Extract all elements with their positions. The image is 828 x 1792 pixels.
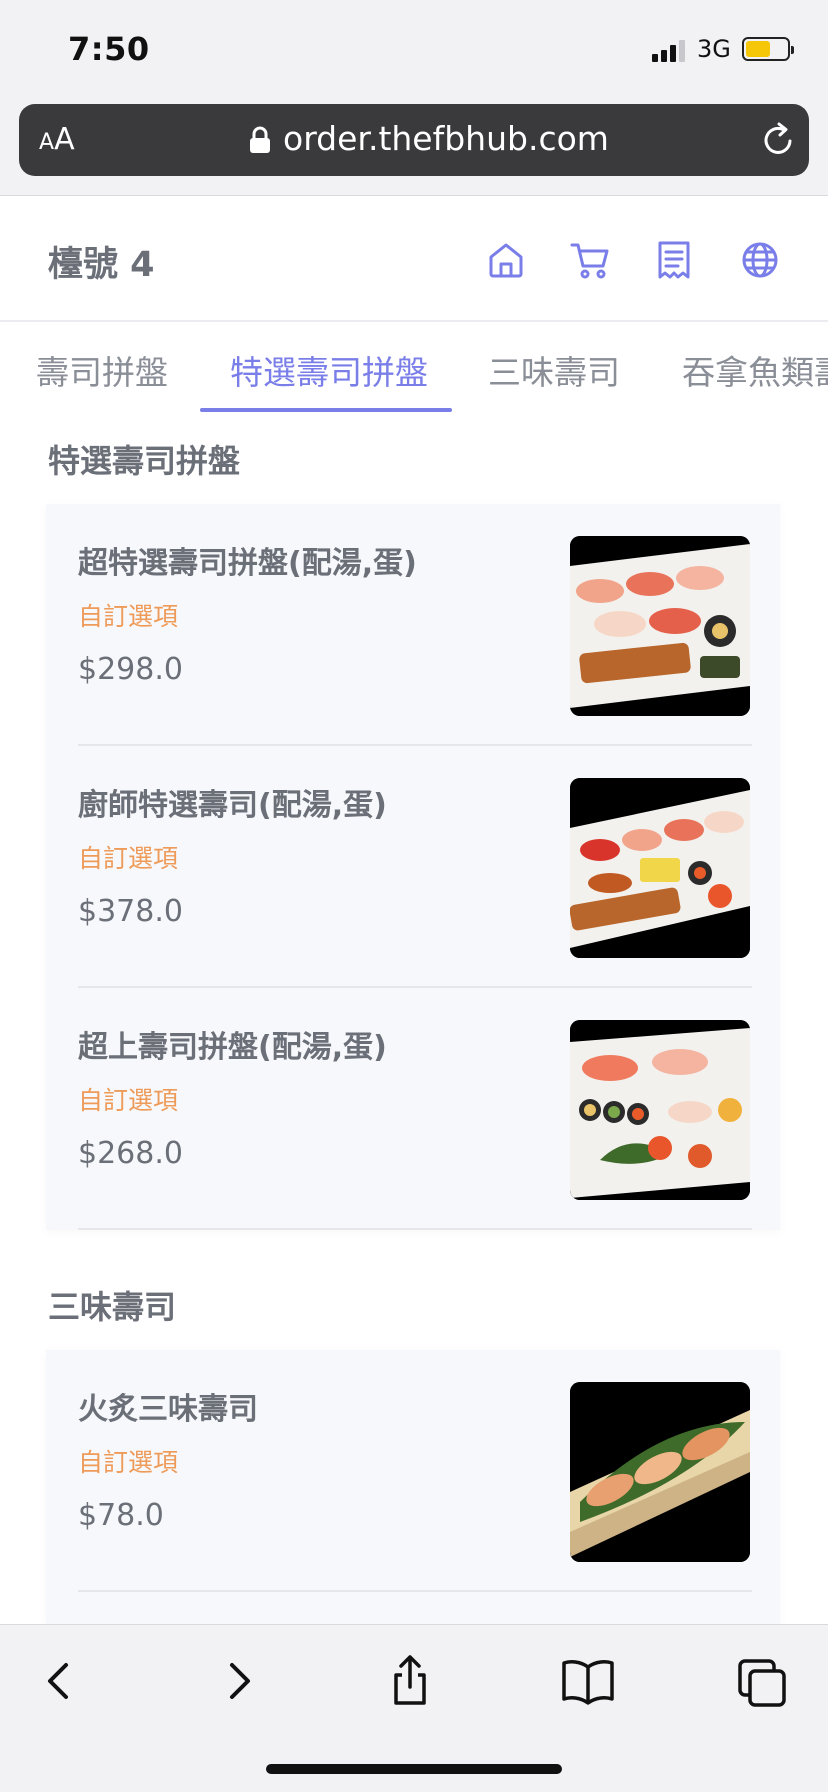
text-size-button[interactable]: AA	[39, 122, 75, 157]
section-title: 三味壽司	[48, 1288, 177, 1326]
signal-icon	[652, 38, 688, 62]
menu-item[interactable]: 廚師特選壽司(配湯,蛋) 自訂選項 $378.0	[46, 746, 780, 988]
premium-sushi-platter-photo[interactable]	[570, 1020, 750, 1200]
tabs-icon[interactable]	[732, 1651, 792, 1711]
menu-card: 火炙三味壽司 自訂選項 $78.0	[46, 1350, 780, 1624]
item-option[interactable]: 自訂選項	[78, 597, 178, 633]
share-icon[interactable]	[380, 1651, 440, 1711]
item-divider	[78, 1228, 752, 1230]
category-tabs: 壽司拼盤 特選壽司拼盤 三味壽司 吞拿魚類壽司	[0, 324, 828, 414]
section-title: 特選壽司拼盤	[48, 442, 241, 480]
network-type: 3G	[697, 35, 731, 63]
forward-icon[interactable]	[208, 1651, 268, 1711]
back-icon[interactable]	[30, 1651, 90, 1711]
item-price: $78.0	[78, 1498, 164, 1533]
status-time: 7:50	[68, 30, 150, 68]
home-icon[interactable]	[486, 240, 526, 280]
item-option[interactable]: 自訂選項	[78, 1081, 178, 1117]
tab-special-sushi-platter[interactable]: 特選壽司拼盤	[230, 346, 428, 394]
browser-top-chrome: 7:50 3G AA order.thefbhub.com	[0, 0, 828, 196]
table-number: 檯號 4	[48, 245, 155, 285]
menu-item[interactable]: 超上壽司拼盤(配湯,蛋) 自訂選項 $268.0	[46, 988, 780, 1230]
tab-three-flavor-sushi[interactable]: 三味壽司	[488, 346, 620, 394]
sushi-platter-photo[interactable]	[570, 536, 750, 716]
item-option[interactable]: 自訂選項	[78, 1443, 178, 1479]
tab-sushi-platter[interactable]: 壽司拼盤	[36, 346, 168, 394]
tab-tuna-sushi[interactable]: 吞拿魚類壽司	[682, 346, 828, 394]
item-divider	[78, 1590, 752, 1592]
item-name: 超特選壽司拼盤(配湯,蛋)	[78, 546, 417, 581]
bookmarks-icon[interactable]	[558, 1651, 618, 1711]
flame-seared-sushi-photo[interactable]	[570, 1382, 750, 1562]
status-bar: 7:50 3G	[0, 0, 828, 100]
item-price: $378.0	[78, 894, 183, 929]
item-price: $298.0	[78, 652, 183, 687]
menu-card: 超特選壽司拼盤(配湯,蛋) 自訂選項 $298.0 廚師特選壽司(配湯,蛋) 自…	[46, 504, 780, 1230]
item-name: 廚師特選壽司(配湯,蛋)	[78, 788, 387, 823]
home-indicator	[266, 1764, 562, 1774]
item-price: $268.0	[78, 1136, 183, 1171]
reload-icon[interactable]	[759, 121, 797, 159]
receipt-icon[interactable]	[654, 240, 694, 280]
lock-icon	[250, 126, 270, 153]
url-text[interactable]: order.thefbhub.com	[283, 119, 609, 158]
item-name: 火炙三味壽司	[78, 1392, 258, 1427]
battery-icon	[742, 37, 794, 61]
app-header: 檯號 4	[0, 196, 828, 322]
cart-icon[interactable]	[570, 240, 610, 280]
active-tab-indicator	[200, 408, 452, 412]
item-option[interactable]: 自訂選項	[78, 839, 178, 875]
globe-icon[interactable]	[740, 240, 780, 280]
chef-special-sushi-photo[interactable]	[570, 778, 750, 958]
item-name: 超上壽司拼盤(配湯,蛋)	[78, 1030, 387, 1065]
address-bar[interactable]: AA order.thefbhub.com	[19, 104, 809, 176]
menu-item[interactable]: 超特選壽司拼盤(配湯,蛋) 自訂選項 $298.0	[46, 504, 780, 746]
menu-item[interactable]: 火炙三味壽司 自訂選項 $78.0	[46, 1350, 780, 1592]
